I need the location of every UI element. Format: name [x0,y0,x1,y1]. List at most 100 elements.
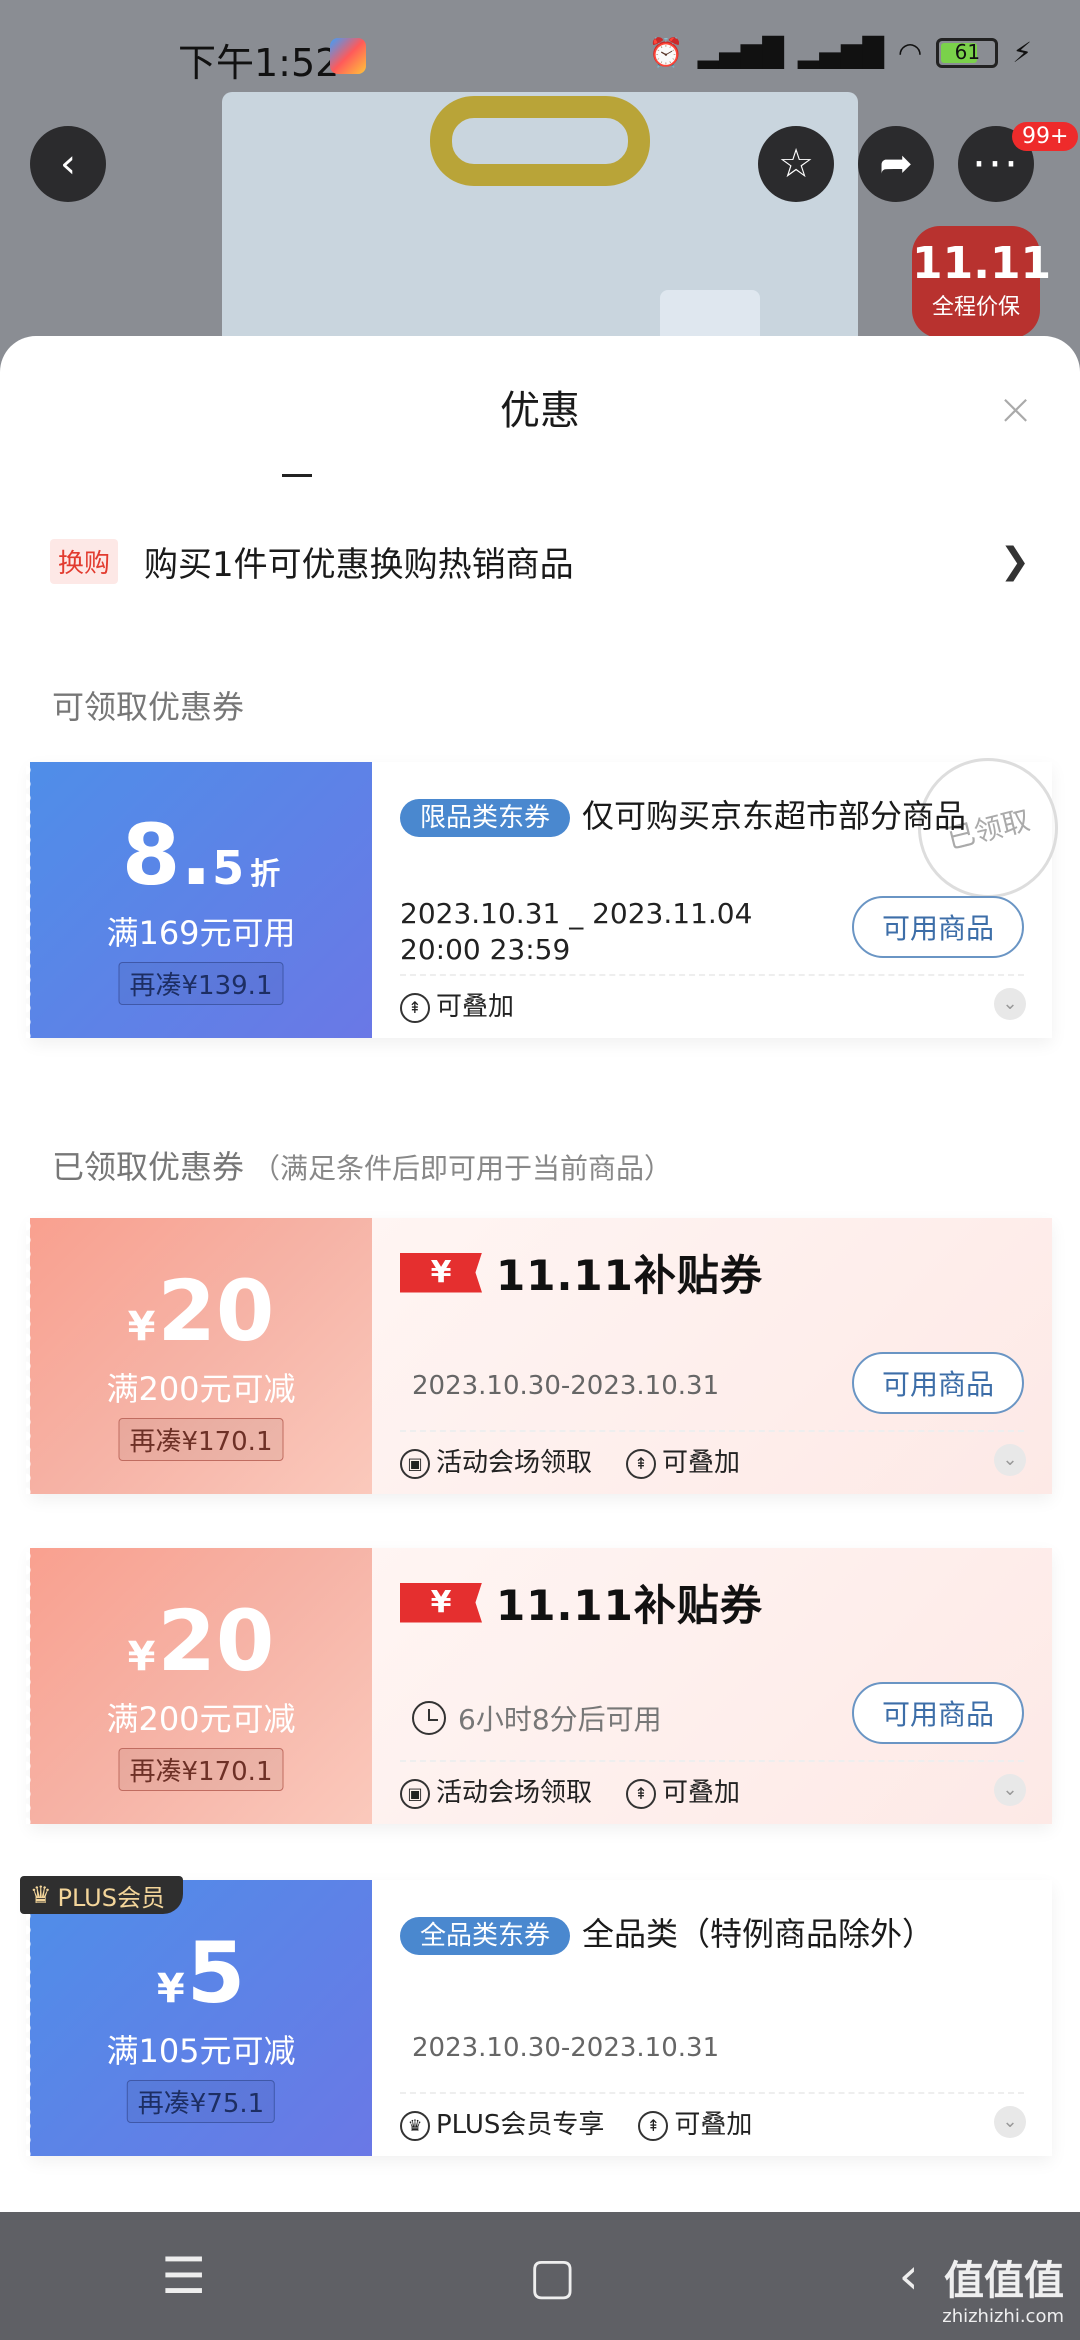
stack-icon: ⇞ [626,1778,657,1809]
coupon-card: ¥20 满200元可减 再凑¥170.1 ¥ 11.11补贴券 6小时8分后可用… [26,1548,1052,1824]
stackable-text: 可叠加 [662,1448,741,1478]
coupon-bottom: ▣ 活动会场领取 ⇞ 可叠加 [400,1772,740,1809]
battery-icon: 61 [936,37,999,68]
amount-unit: 折 [250,857,281,892]
signal-2-icon: ▂▄▆█ [797,36,884,69]
status-bar: 下午1:52 ⏰ ▂▄▆█ ▂▄▆█ ◠ 61 ⚡ [0,0,1080,110]
charging-icon: ⚡ [1012,36,1032,69]
coupon-value-panel: ¥20 满200元可减 再凑¥170.1 [26,1548,372,1824]
claimable-section-title: 可领取优惠券 [52,688,245,726]
share-button[interactable]: ➦ [858,126,934,202]
available-products-button[interactable]: 可用商品 [852,1682,1024,1744]
more-dots-icon: ··· [972,138,1020,190]
stack-icon: ⇞ [638,2110,669,2141]
coupon-dates: 2023.10.30-2023.10.31 [412,2033,720,2063]
stack-icon: ⇞ [400,992,430,1023]
stackable-label: ⇞ 可叠加 [638,2104,752,2141]
coupon-date-line1: 2023.10.31 _ 2023.11.04 [400,897,753,930]
claimed-title-sub: （满足条件后即可用于当前商品） [252,1152,673,1185]
source-label: ♛ PLUS会员专享 [400,2104,604,2141]
coupon-bottom: ♛ PLUS会员专享 ⇞ 可叠加 [400,2104,752,2141]
expand-toggle[interactable]: ⌄ [994,1774,1026,1806]
close-button[interactable]: × [997,384,1034,435]
coupon-detail-panel: ¥ 11.11补贴券 6小时8分后可用 可用商品 ▣ 活动会场领取 ⇞ 可叠加 ⌄ [372,1548,1052,1824]
system-back-button[interactable]: ‹ [899,2247,919,2305]
app-notification-icon [330,38,366,74]
expand-toggle[interactable]: ⌄ [994,2106,1026,2138]
coupon-type-tag: 全品类东券 [400,1917,571,1955]
available-products-button[interactable]: 可用商品 [852,1352,1024,1414]
amount-integer: 20 [157,1592,275,1690]
brand-text: 11.11补贴券 [496,1581,763,1630]
coupon-gap: 再凑¥170.1 [118,1748,284,1791]
coupon-gap: 再凑¥75.1 [126,2080,276,2123]
plus-member-ribbon: ♛ PLUS会员 [20,1876,183,1914]
chevron-right-icon: ❯ [999,540,1030,582]
claimed-title-text: 已领取优惠券 [52,1148,245,1186]
favorite-button[interactable]: ☆ [758,126,834,202]
brand-yen-icon: ¥ [400,1252,482,1293]
system-nav-bar: ☰ ▢ ‹ [0,2212,1080,2340]
ribbon-text: PLUS会员 [57,1883,165,1912]
amount-currency: ¥ [156,1966,185,2012]
available-products-button[interactable]: 可用商品 [852,896,1024,958]
source-label: ▣ 活动会场领取 [400,1442,592,1479]
coupon-bottom: ▣ 活动会场领取 ⇞ 可叠加 [400,1442,740,1479]
ticket-icon: ▣ [400,1448,430,1479]
back-button[interactable]: ‹ [30,126,106,202]
crown-icon: ♛ [30,1881,52,1909]
coupon-gap: 再凑¥139.1 [118,962,284,1005]
coupon-card: ¥20 满200元可减 再凑¥170.1 ¥ 11.11补贴券 2023.10.… [26,1218,1052,1494]
amount-currency: ¥ [127,1304,156,1350]
coupon-condition: 满105元可减 [106,2032,296,2070]
recent-apps-button[interactable]: ☰ [161,2247,206,2305]
stackable-text: 可叠加 [436,992,515,1022]
stackable-text: 可叠加 [662,1778,741,1808]
stackable-label: ⇞ 可叠加 [626,1442,740,1479]
swap-offer-row[interactable]: 换购 购买1件可优惠换购热销商品 ❯ [50,536,1030,586]
coupon-detail-panel: 全品类东券 全品类（特例商品除外） 2023.10.30-2023.10.31 ♛… [372,1880,1052,2156]
close-icon: × [997,384,1034,435]
coupon-amount: ¥20 [30,1592,372,1690]
coupon-gap: 再凑¥170.1 [118,1418,284,1461]
coupon-condition: 满200元可减 [106,1700,296,1738]
coupon-value-panel: 8.5 折 满169元可用 再凑¥139.1 [26,762,372,1038]
source-text: 活动会场领取 [436,1778,593,1808]
coupon-condition: 满200元可减 [106,1370,296,1408]
source-label: ▣ 活动会场领取 [400,1772,592,1809]
sheet-title: 优惠 [500,388,580,434]
expand-toggle[interactable]: ⌄ [994,988,1026,1020]
stackable-text: 可叠加 [674,2110,753,2140]
brand-yen-icon: ¥ [400,1582,482,1623]
status-icons: ⏰ ▂▄▆█ ▂▄▆█ ◠ 61 ⚡ [649,36,1032,69]
countdown-text: 6小时8分后可用 [458,1703,662,1736]
crown-small-icon: ♛ [400,2110,430,2141]
chevron-down-icon: ⌄ [1002,993,1018,1014]
watermark: 值值值 zhizhizhi.com [942,2248,1064,2327]
coupon-title-line: 限品类东券 仅可购买京东超市部分商品 [400,792,992,840]
battery-level: 61 [954,39,981,64]
subsidy-brand: ¥ 11.11补贴券 [400,1572,763,1633]
chevron-down-icon: ⌄ [1002,2111,1018,2132]
chevron-down-icon: ⌄ [1002,1449,1018,1470]
stackable-label: ⇞ 可叠加 [400,986,514,1023]
home-button[interactable]: ▢ [529,2247,576,2305]
badge-small-text: 全程价保 [931,295,1020,320]
alarm-icon: ⏰ [648,36,684,69]
coupon-card: ♛ PLUS会员 ¥5 满105元可减 再凑¥75.1 全品类东券 全品类（特例商… [20,1876,1052,2156]
source-text: PLUS会员专享 [436,2110,605,2140]
coupon-bottom: ⇞ 可叠加 [400,986,514,1023]
expand-toggle[interactable]: ⌄ [994,1444,1026,1476]
badge-big-text: 11.11 [912,238,1052,289]
amount-integer: 5 [186,1924,246,2022]
available-countdown: 6小时8分后可用 [412,1698,662,1738]
source-text: 活动会场领取 [436,1448,593,1478]
swap-tag: 换购 [50,538,119,584]
discount-sheet: 优惠 × 换购 购买1件可优惠换购热销商品 ❯ 可领取优惠券 8.5 折 满169… [0,336,1080,2212]
amount-integer: 20 [157,1262,275,1360]
wifi-icon: ◠ [897,36,923,69]
coupon-value-panel: ¥5 满105元可减 再凑¥75.1 [26,1880,372,2156]
stackable-label: ⇞ 可叠加 [626,1772,740,1809]
tab-indicator [282,474,312,477]
coupon-amount: ¥20 [30,1262,372,1360]
